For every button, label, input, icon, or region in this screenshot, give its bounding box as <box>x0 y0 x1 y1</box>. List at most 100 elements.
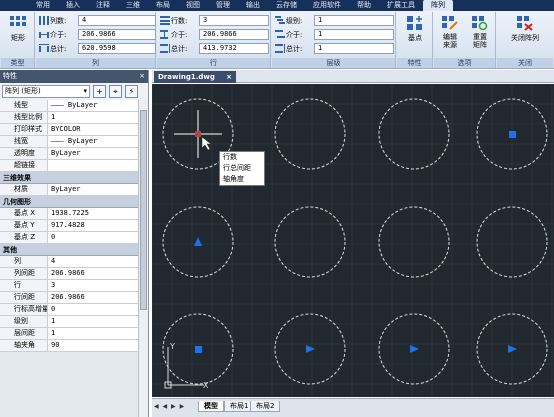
property-row[interactable]: 超链接 <box>0 160 138 172</box>
property-value[interactable]: 1 <box>48 328 138 339</box>
levels-icon <box>275 16 285 24</box>
object-type-dropdown[interactable]: 阵列 (矩形) <box>2 85 90 98</box>
palette-scrollbar[interactable] <box>138 100 148 417</box>
document-tab[interactable]: Drawing1.dwg × <box>154 71 236 83</box>
level-group-caption: 层级 <box>272 58 395 68</box>
property-value[interactable]: ByLayer <box>48 184 138 195</box>
property-value[interactable]: ByLayer <box>48 148 138 159</box>
ribbon-tab-2[interactable]: 注释 <box>88 0 118 11</box>
property-row[interactable]: 打印样式 BYCOLOR <box>0 124 138 136</box>
properties-group-caption: 特性 <box>397 58 432 68</box>
property-value[interactable]: 0 <box>48 232 138 243</box>
close-document-icon[interactable]: × <box>226 71 232 83</box>
property-value[interactable]: BYCOLOR <box>48 124 138 135</box>
property-name: 基点 X <box>0 208 48 219</box>
property-value[interactable]: 917.4828 <box>48 220 138 231</box>
property-value[interactable]: 3 <box>48 280 138 291</box>
column-total-field[interactable]: 620.9598 <box>78 43 156 54</box>
property-name: 行间距 <box>0 292 48 303</box>
scrollbar-thumb[interactable] <box>140 110 147 310</box>
ribbon-tab-0[interactable]: 常用 <box>28 0 58 11</box>
ribbon-tab-4[interactable]: 布局 <box>148 0 178 11</box>
property-value[interactable]: 1 <box>48 112 138 123</box>
property-value[interactable]: 1938.7225 <box>48 208 138 219</box>
app-menu-button[interactable] <box>0 0 28 11</box>
property-row[interactable]: 轴夹角 90 <box>0 340 138 352</box>
property-row[interactable]: 层间距 1 <box>0 328 138 340</box>
layout-tab[interactable]: 模型 <box>198 401 224 412</box>
ribbon-tab-5[interactable]: 视图 <box>178 0 208 11</box>
edit-source-button[interactable]: 编辑 来源 <box>435 15 465 49</box>
context-menu-item[interactable]: 行数 <box>220 152 264 163</box>
property-value[interactable]: 90 <box>48 340 138 351</box>
property-section-header[interactable]: 其他 <box>0 244 138 256</box>
property-row[interactable]: 基点 X 1938.7225 <box>0 208 138 220</box>
column-count-field[interactable]: 4 <box>78 15 156 26</box>
property-row[interactable]: 材质 ByLayer <box>0 184 138 196</box>
property-value[interactable]: ——— ByLayer <box>48 100 138 111</box>
ribbon-tab-3[interactable]: 三维 <box>118 0 148 11</box>
row-total-field[interactable]: 413.9732 <box>199 43 269 54</box>
property-row[interactable]: 级别 1 <box>0 316 138 328</box>
toggle-pickadd-icon[interactable]: + <box>93 85 106 98</box>
palette-close-icon[interactable]: × <box>139 70 145 83</box>
property-value[interactable]: 1 <box>48 316 138 327</box>
ribbon-tab-bar: 常用 插入 注释 三维 布局 视图 管理 输出 云存储 应用软件 帮助 扩展工具 阵列 <box>0 0 554 11</box>
ribbon-tab-11[interactable]: 扩展工具 <box>379 0 423 11</box>
property-row[interactable]: 线型 ——— ByLayer <box>0 100 138 112</box>
row-total-label: 总计: <box>171 44 188 53</box>
property-row[interactable]: 列4 <box>0 256 138 268</box>
level-count-field[interactable]: 1 <box>314 15 394 26</box>
property-row[interactable]: 行3 <box>0 280 138 292</box>
select-objects-icon[interactable]: ⌖ <box>109 85 122 98</box>
row-spacing-field[interactable]: 206.9866 <box>199 29 269 40</box>
type-group: 矩形 类型 <box>1 12 35 68</box>
base-point-button[interactable]: 基点 <box>398 15 432 43</box>
row-count-field[interactable]: 3 <box>199 15 269 26</box>
property-value[interactable]: 206.9866 <box>48 292 138 303</box>
ribbon-tab-1[interactable]: 插入 <box>58 0 88 11</box>
property-row[interactable]: 透明度 ByLayer <box>0 148 138 160</box>
property-row[interactable]: 列间距 206.9866 <box>0 268 138 280</box>
drawing-canvas[interactable]: YX <box>152 84 554 397</box>
context-menu-item[interactable]: 行总间距 <box>220 163 264 174</box>
reset-matrix-button[interactable]: 重置 矩阵 <box>465 15 495 49</box>
column-spacing-field[interactable]: 206.9866 <box>78 29 156 40</box>
ribbon-tab-8[interactable]: 云存储 <box>268 0 305 11</box>
context-menu-item[interactable]: 轴角度 <box>220 174 264 185</box>
property-value[interactable]: 206.9866 <box>48 268 138 279</box>
ribbon-tab-7[interactable]: 输出 <box>238 0 268 11</box>
level-total-field[interactable]: 1 <box>314 43 394 54</box>
property-value[interactable]: 0 <box>48 304 138 315</box>
property-name: 行标高增量 <box>0 304 48 315</box>
quick-select-icon[interactable]: ⚡ <box>125 85 138 98</box>
property-value[interactable]: 4 <box>48 256 138 267</box>
property-row[interactable]: 基点 Z0 <box>0 232 138 244</box>
column-count-row: 列数: 4 <box>39 14 156 27</box>
property-section-header[interactable]: 几何图形 <box>0 196 138 208</box>
level-spacing-field[interactable]: 1 <box>314 29 394 40</box>
layout-nav-arrows[interactable]: ◀ ◀ ▶ ▶ <box>154 403 185 410</box>
property-row[interactable]: 线宽 ——— ByLayer <box>0 136 138 148</box>
property-value[interactable] <box>48 160 138 171</box>
column-spacing-row: 介于: 206.9866 <box>39 28 156 41</box>
close-array-button[interactable]: 关闭阵列 <box>499 15 551 43</box>
ribbon-tab-12[interactable]: 阵列 <box>423 0 453 11</box>
property-section-header[interactable]: 三维效果 <box>0 172 138 184</box>
property-row[interactable]: 线型比例 1 <box>0 112 138 124</box>
rectangular-array-button[interactable]: 矩形 <box>1 15 35 43</box>
column-count-label: 列数: <box>50 16 67 25</box>
row-total-icon <box>160 44 170 53</box>
ribbon-tab-9[interactable]: 应用软件 <box>305 0 349 11</box>
properties-group: 基点 特性 <box>397 12 433 68</box>
property-row[interactable]: 基点 Y 917.4828 <box>0 220 138 232</box>
ribbon-tab-6[interactable]: 管理 <box>208 0 238 11</box>
column-group-caption: 列 <box>36 58 155 68</box>
property-value[interactable]: ——— ByLayer <box>48 136 138 147</box>
level-spacing-label: 介于: <box>286 30 303 39</box>
property-row[interactable]: 行间距 206.9866 <box>0 292 138 304</box>
property-row[interactable]: 行标高增量 0 <box>0 304 138 316</box>
ribbon-tab-10[interactable]: 帮助 <box>349 0 379 11</box>
level-spacing-icon <box>275 30 285 38</box>
layout-tab[interactable]: 布局2 <box>250 401 281 412</box>
